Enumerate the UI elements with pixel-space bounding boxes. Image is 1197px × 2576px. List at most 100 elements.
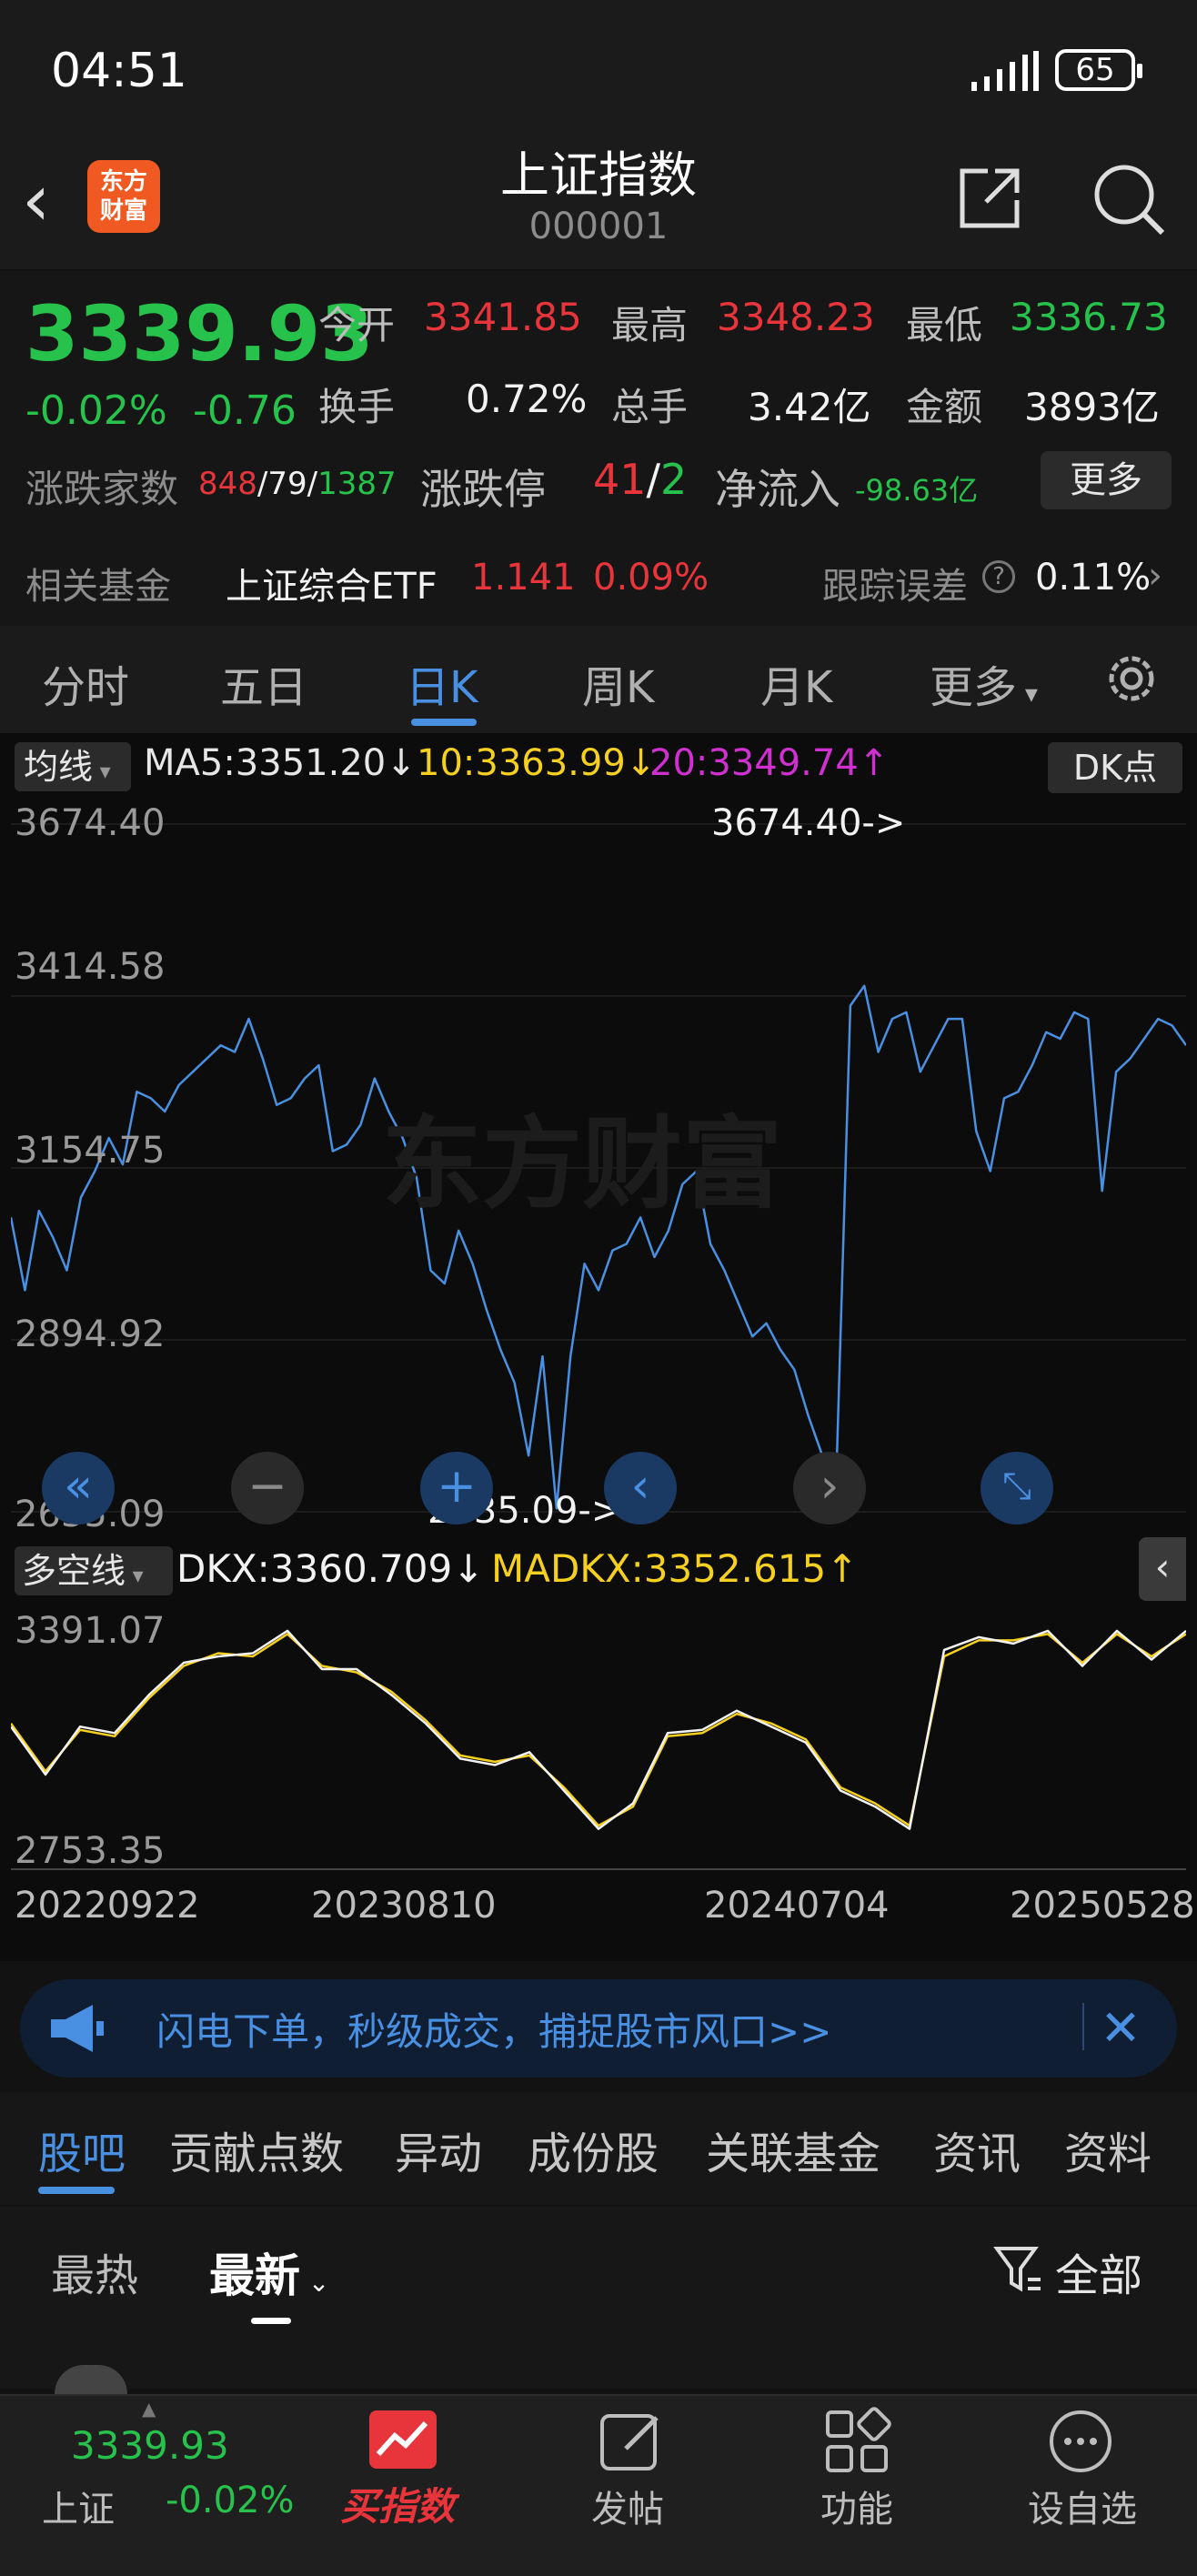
- feed-filter-bar: [0, 2207, 1197, 2389]
- sort-underline: [251, 2318, 291, 2324]
- edit-icon[interactable]: [597, 2407, 666, 2476]
- y-tick-label: 3154.75: [15, 1130, 166, 1172]
- tab-daily-k[interactable]: 日K: [406, 651, 478, 715]
- indicator-select[interactable]: 多空线 ▾: [15, 1546, 173, 1595]
- inflow-label: 净流入: [715, 465, 840, 514]
- x-tick-label: 20230810: [311, 1885, 497, 1927]
- signal-icon: [971, 51, 1039, 91]
- banner-text: 闪电下单，秒级成交，捕捉股市风口>>: [156, 2009, 832, 2054]
- madkx-label: MADKX:3352.615↑: [491, 1546, 859, 1591]
- high-label: 最高: [611, 303, 689, 347]
- dkx-series-line: [11, 1629, 1186, 1830]
- ma10-label: 10:3363.99↓: [417, 742, 657, 784]
- tab-profile[interactable]: 资料: [1064, 2118, 1152, 2181]
- x-tick-label: 20240704: [704, 1885, 890, 1927]
- ma-select[interactable]: 均线 ▾: [15, 742, 131, 791]
- settings-gear-icon[interactable]: [1102, 649, 1161, 708]
- bottom-index-price: 3339.93: [71, 2423, 229, 2468]
- post-button[interactable]: 发帖: [564, 2480, 691, 2532]
- status-time: 04:51: [51, 44, 187, 98]
- fund-name: 上证综合ETF: [226, 566, 438, 608]
- limit-values: 41/2: [593, 455, 688, 504]
- filter-all[interactable]: 全部: [1055, 2239, 1142, 2303]
- scroll-right-icon[interactable]: ›: [793, 1452, 866, 1524]
- max-annotation: 3674.40->: [711, 802, 906, 844]
- bottom-index-name: 上证: [42, 2489, 115, 2531]
- chevron-right-icon: ›: [1148, 555, 1162, 597]
- volume-value: 3.42亿: [748, 385, 871, 429]
- buy-index-button[interactable]: 买指数: [340, 2476, 455, 2531]
- sort-hot[interactable]: 最热: [51, 2239, 138, 2303]
- change-value: -0.76: [193, 387, 297, 434]
- more-button[interactable]: 更多: [1041, 451, 1172, 509]
- tracking-error-value: 0.11%: [1035, 557, 1152, 599]
- tab-movement[interactable]: 异动: [395, 2118, 482, 2181]
- fast-back-icon[interactable]: «: [42, 1452, 115, 1524]
- ma20-label: 20:3349.74↑: [649, 742, 890, 784]
- low-label: 最低: [906, 303, 983, 347]
- more-dots-icon[interactable]: [1046, 2407, 1115, 2476]
- expand-icon[interactable]: ⤡: [981, 1452, 1053, 1524]
- tab-constituents[interactable]: 成份股: [528, 2118, 659, 2181]
- scroll-left-icon[interactable]: ‹: [604, 1452, 677, 1524]
- share-icon[interactable]: [955, 164, 1024, 233]
- filter-icon[interactable]: [993, 2243, 1042, 2294]
- bottom-index-pct: -0.02%: [166, 2480, 295, 2521]
- dkx-label: DKX:3360.709↓: [176, 1546, 485, 1591]
- tab-contribution[interactable]: 贡献点数: [169, 2118, 344, 2181]
- help-icon[interactable]: ?: [982, 560, 1015, 593]
- tab-related-funds[interactable]: 关联基金: [706, 2118, 880, 2181]
- ma5-label: MA5:3351.20↓: [144, 742, 417, 784]
- breadth-values: 848/79/1387: [198, 466, 397, 502]
- divider: [1082, 2003, 1084, 2050]
- zoom-in-icon[interactable]: +: [420, 1452, 493, 1524]
- sort-new[interactable]: 最新 ⌄: [209, 2239, 329, 2305]
- high-value: 3348.23: [717, 295, 875, 339]
- fund-price: 1.141: [471, 557, 576, 599]
- tracking-error-label: 跟踪误差: [822, 566, 968, 608]
- tab-five-day[interactable]: 五日: [220, 651, 307, 715]
- fund-percent: 0.09%: [593, 557, 709, 599]
- turnover-label: 换手: [318, 385, 396, 429]
- y-tick-label: 2753.35: [15, 1830, 166, 1872]
- tab-news[interactable]: 资讯: [933, 2118, 1021, 2181]
- add-watchlist-button[interactable]: 设自选: [1019, 2480, 1146, 2532]
- volume-label: 总手: [611, 385, 689, 429]
- chart-up-icon[interactable]: [369, 2410, 437, 2469]
- amount-label: 金额: [906, 385, 983, 429]
- x-tick-label: 20220922: [15, 1885, 200, 1927]
- change-percent: -0.02%: [25, 387, 167, 434]
- turnover-value: 0.72%: [466, 377, 588, 421]
- indicator-chart: [11, 1629, 1186, 1830]
- close-icon[interactable]: ✕: [1091, 1994, 1150, 2063]
- y-tick-label: 3674.40: [15, 802, 166, 844]
- low-value: 3336.73: [1010, 295, 1168, 339]
- grid-icon[interactable]: [822, 2407, 891, 2476]
- dk-points-button[interactable]: DK点: [1048, 742, 1182, 793]
- open-label: 今开: [318, 303, 396, 347]
- tab-guba[interactable]: 股吧: [38, 2118, 126, 2181]
- tab-monthly-k[interactable]: 月K: [760, 651, 832, 715]
- zoom-out-icon[interactable]: −: [231, 1452, 304, 1524]
- watermark: 东方财富: [382, 1106, 782, 1223]
- battery-icon: 65: [1055, 49, 1142, 91]
- breadth-label: 涨跌家数: [25, 467, 179, 511]
- y-tick-label: 3414.58: [15, 946, 166, 988]
- tab-more[interactable]: 更多 ▾: [930, 651, 1038, 715]
- function-button[interactable]: 功能: [793, 2480, 920, 2532]
- tab-weekly-k[interactable]: 周K: [582, 651, 654, 715]
- fund-label: 相关基金: [25, 566, 171, 608]
- x-axis: [11, 1868, 1186, 1870]
- inflow-value: -98.63亿: [855, 473, 979, 508]
- open-value: 3341.85: [424, 295, 582, 339]
- x-tick-label: 20250528: [1010, 1885, 1195, 1927]
- tab-intraday[interactable]: 分时: [42, 651, 129, 715]
- price-series-line: [11, 984, 1186, 1510]
- megaphone-icon: [51, 2005, 104, 2052]
- y-tick-label: 2894.92: [15, 1313, 166, 1355]
- collapse-icon[interactable]: ‹: [1139, 1537, 1186, 1601]
- search-icon[interactable]: [1090, 160, 1166, 236]
- tab-underline: [411, 719, 477, 726]
- subtab-underline: [38, 2187, 115, 2194]
- limit-label: 涨跌停: [420, 465, 546, 514]
